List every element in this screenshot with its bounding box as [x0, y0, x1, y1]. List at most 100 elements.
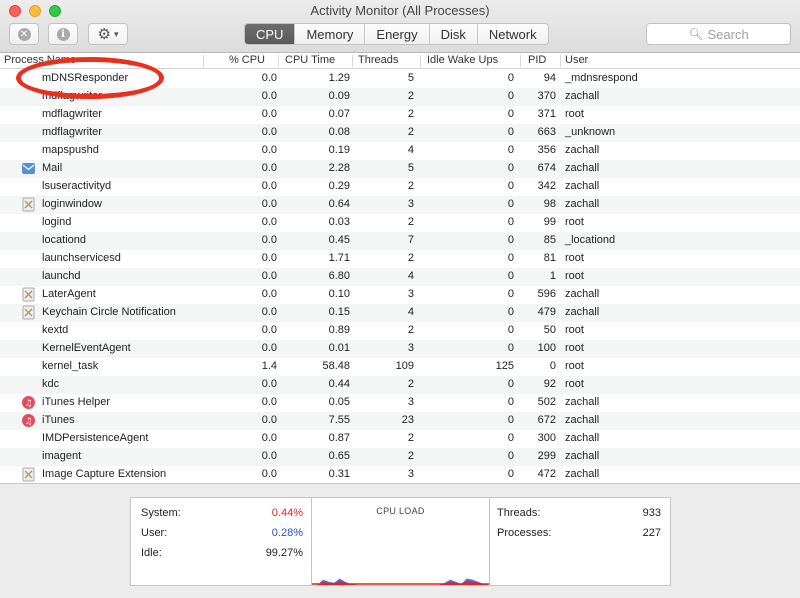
table-row[interactable]: kdc 0.0 0.44 2 0 92 root	[0, 376, 800, 394]
user-cell: root	[565, 324, 584, 336]
column-header-user[interactable]: User	[565, 54, 588, 68]
cpu-time-cell: 0.65	[328, 450, 350, 462]
table-row[interactable]: mdflagwriter 0.0 0.07 2 0 371 root	[0, 106, 800, 124]
idle-wake-ups-cell: 0	[507, 198, 514, 210]
process-name-cell: KernelEventAgent	[42, 342, 131, 354]
pid-cell: 674	[537, 162, 556, 174]
column-header-idle-wake-ups[interactable]: Idle Wake Ups	[427, 54, 498, 68]
threads-cell: 2	[407, 216, 414, 228]
tab-network[interactable]: Network	[478, 24, 548, 44]
cpu-time-cell: 0.44	[328, 378, 350, 390]
threads-cell: 4	[407, 306, 414, 318]
table-row[interactable]: kextd 0.0 0.89 2 0 50 root	[0, 322, 800, 340]
tab-cpu[interactable]: CPU	[245, 24, 296, 44]
threads-cell: 3	[407, 468, 414, 480]
column-header-threads[interactable]: Threads	[358, 54, 398, 68]
table-row[interactable]: Image Capture Extension 0.0 0.31 3 0 472 zacha…	[0, 466, 800, 482]
cpu-cell: 0.0	[261, 198, 277, 210]
system-value: 0.44%	[271, 507, 303, 519]
table-row[interactable]: lsuseractivityd 0.0 0.29 2 0 342 zachall	[0, 178, 800, 196]
table-row[interactable]: IMDPersistenceAgent 0.0 0.87 2 0 300 zachall	[0, 430, 800, 448]
table-row[interactable]: mdflagwriter 0.0 0.08 2 0 663 _unknown	[0, 124, 800, 142]
cpu-cell: 0.0	[261, 288, 277, 300]
table-row[interactable]: ♫ iTunes Helper 0.0 0.05 3 0 502 zachall	[0, 394, 800, 412]
pid-cell: 371	[537, 108, 556, 120]
table-row[interactable]: locationd 0.0 0.45 7 0 85 _locationd	[0, 232, 800, 250]
process-name-cell: imagent	[42, 450, 82, 462]
column-divider	[560, 55, 561, 67]
tab-energy[interactable]: Energy	[365, 24, 430, 44]
idle-wake-ups-cell: 0	[507, 270, 514, 282]
idle-wake-ups-cell: 125	[495, 360, 514, 372]
threads-cell: 5	[407, 162, 414, 174]
process-name-cell: Mail	[42, 162, 63, 174]
process-name-cell: Image Capture Extension	[42, 468, 167, 480]
pid-cell: 356	[537, 144, 556, 156]
cpu-cell: 0.0	[261, 162, 277, 174]
generic-app-icon	[21, 287, 36, 302]
search-icon: 🔍︎	[688, 27, 704, 41]
threads-cell: 2	[407, 126, 414, 138]
table-row[interactable]: kernel_task 1.4 58.48 109 125 0 root	[0, 358, 800, 376]
idle-label: Idle:	[141, 547, 162, 559]
cpu-cell: 0.0	[261, 252, 277, 264]
user-cell: root	[565, 216, 584, 228]
user-cell: root	[565, 252, 584, 264]
table-row[interactable]: launchservicesd 0.0 1.71 2 0 81 root	[0, 250, 800, 268]
cpu-cell: 0.0	[261, 144, 277, 156]
pid-cell: 342	[537, 180, 556, 192]
table-row[interactable]: imagent 0.0 0.65 2 0 299 zachall	[0, 448, 800, 466]
cpu-cell: 0.0	[261, 234, 277, 246]
cpu-cell: 0.0	[261, 342, 277, 354]
column-header-pid[interactable]: PID	[528, 54, 546, 68]
cpu-time-cell: 0.08	[328, 126, 350, 138]
idle-wake-ups-cell: 0	[507, 306, 514, 318]
table-row[interactable]: LaterAgent 0.0 0.10 3 0 596 zachall	[0, 286, 800, 304]
cpu-time-cell: 1.71	[328, 252, 350, 264]
pid-cell: 472	[537, 468, 556, 480]
table-row[interactable]: logind 0.0 0.03 2 0 99 root	[0, 214, 800, 232]
table-row[interactable]: launchd 0.0 6.80 4 0 1 root	[0, 268, 800, 286]
divider	[489, 498, 490, 585]
table-row[interactable]: mapspushd 0.0 0.19 4 0 356 zachall	[0, 142, 800, 160]
table-row[interactable]: KernelEventAgent 0.0 0.01 3 0 100 root	[0, 340, 800, 358]
process-name-cell: lsuseractivityd	[42, 180, 112, 192]
idle-wake-ups-cell: 0	[507, 468, 514, 480]
itunes-icon: ♫	[21, 395, 36, 410]
pid-cell: 672	[537, 414, 556, 426]
cpu-stats-box: System: 0.44% User: 0.28% Idle: 99.27% C…	[130, 497, 671, 586]
user-cell: root	[565, 108, 584, 120]
cpu-load-graph	[312, 558, 489, 585]
idle-wake-ups-cell: 0	[507, 126, 514, 138]
table-row[interactable]: loginwindow 0.0 0.64 3 0 98 zachall	[0, 196, 800, 214]
inspect-process-button[interactable]: i	[48, 23, 78, 45]
pid-cell: 99	[543, 216, 556, 228]
cpu-time-cell: 0.87	[328, 432, 350, 444]
pid-cell: 299	[537, 450, 556, 462]
threads-cell: 3	[407, 396, 414, 408]
cpu-time-cell: 0.64	[328, 198, 350, 210]
process-name-cell: kdc	[42, 378, 60, 390]
column-header-cpu[interactable]: % CPU	[205, 54, 265, 68]
idle-wake-ups-cell: 0	[507, 180, 514, 192]
process-name-cell: Keychain Circle Notification	[42, 306, 176, 318]
table-row[interactable]: Mail 0.0 2.28 5 0 674 zachall	[0, 160, 800, 178]
user-cell: zachall	[565, 288, 600, 300]
column-header-cpu-time[interactable]: CPU Time	[285, 54, 335, 68]
quit-process-button[interactable]: ✕	[9, 23, 39, 45]
threads-cell: 109	[395, 360, 414, 372]
idle-wake-ups-cell: 0	[507, 162, 514, 174]
cpu-time-cell: 0.09	[328, 90, 350, 102]
idle-wake-ups-cell: 0	[507, 378, 514, 390]
threads-cell: 2	[407, 108, 414, 120]
pid-cell: 663	[537, 126, 556, 138]
cpu-cell: 0.0	[261, 72, 277, 84]
action-menu-button[interactable]: ⚙ ▾	[88, 23, 128, 45]
user-cell: zachall	[565, 180, 600, 192]
tab-memory[interactable]: Memory	[295, 24, 366, 44]
table-row[interactable]: ♫ iTunes 0.0 7.55 23 0 672 zachall	[0, 412, 800, 430]
tab-disk[interactable]: Disk	[430, 24, 478, 44]
user-cell: zachall	[565, 414, 600, 426]
search-field[interactable]: 🔍︎ Search	[646, 23, 791, 45]
table-row[interactable]: Keychain Circle Notification 0.0 0.15 4 0 479…	[0, 304, 800, 322]
